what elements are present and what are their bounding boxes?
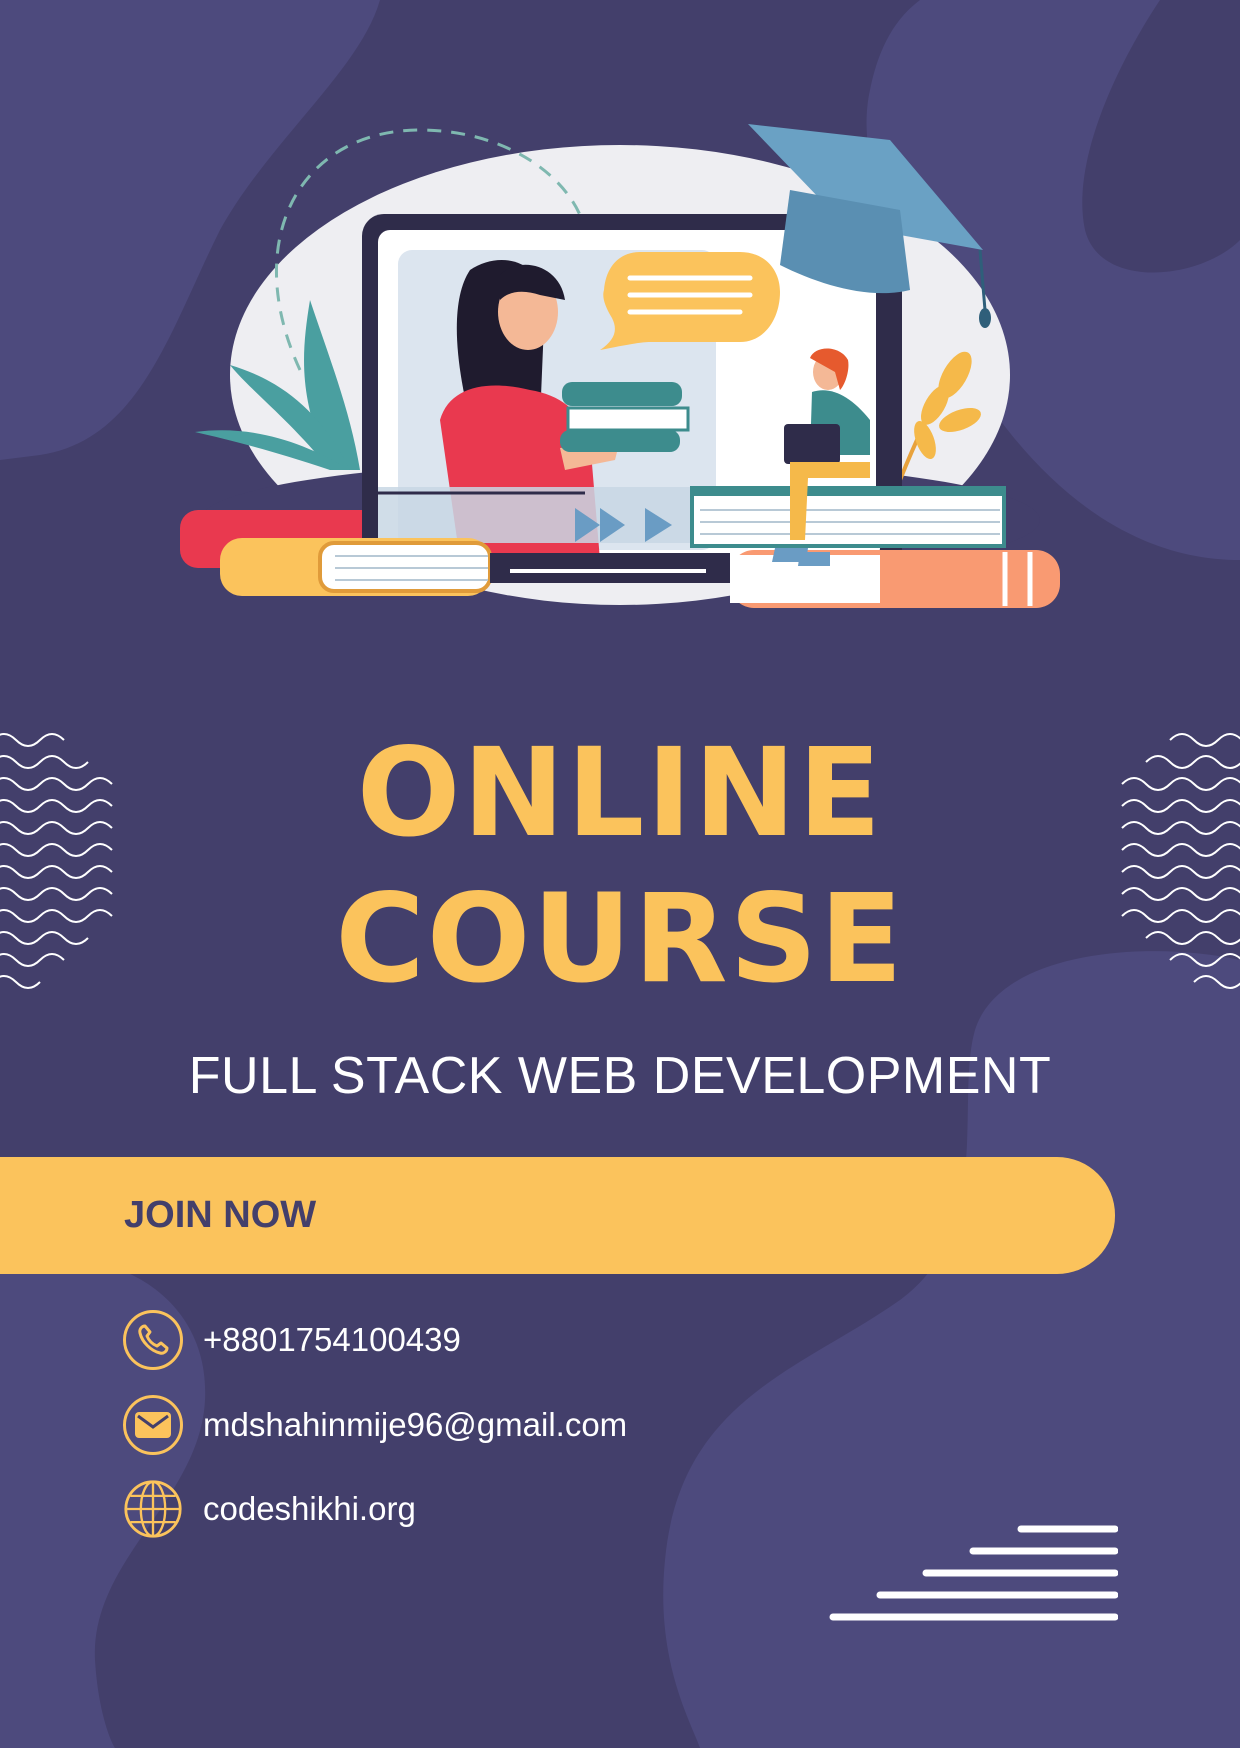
phone-number: +8801754100439 xyxy=(203,1321,461,1358)
course-subtitle: FULL STACK WEB DEVELOPMENT xyxy=(188,1047,1052,1105)
email-address: mdshahinmije96@gmail.com xyxy=(203,1406,628,1443)
phone-icon xyxy=(123,1310,183,1370)
online-class-illustration xyxy=(180,124,1060,608)
contact-email[interactable]: mdshahinmije96@gmail.com xyxy=(123,1393,627,1457)
mail-icon xyxy=(123,1395,183,1455)
website-url: codeshikhi.org xyxy=(203,1490,416,1527)
globe-icon xyxy=(123,1479,183,1539)
headline-line-1: ONLINE xyxy=(356,722,884,864)
decorative-lines xyxy=(829,1525,1118,1621)
poster: ONLINE COURSE FULL STACK WEB DEVELOPMENT… xyxy=(0,0,1240,1748)
headline-line-2: COURSE xyxy=(335,868,905,1010)
headline: ONLINE COURSE xyxy=(0,720,1240,1012)
contact-website[interactable]: codeshikhi.org xyxy=(123,1477,416,1541)
join-now-button[interactable]: JOIN NOW xyxy=(0,1157,1115,1274)
contact-phone[interactable]: +8801754100439 xyxy=(123,1308,461,1372)
join-now-label: JOIN NOW xyxy=(124,1194,317,1236)
